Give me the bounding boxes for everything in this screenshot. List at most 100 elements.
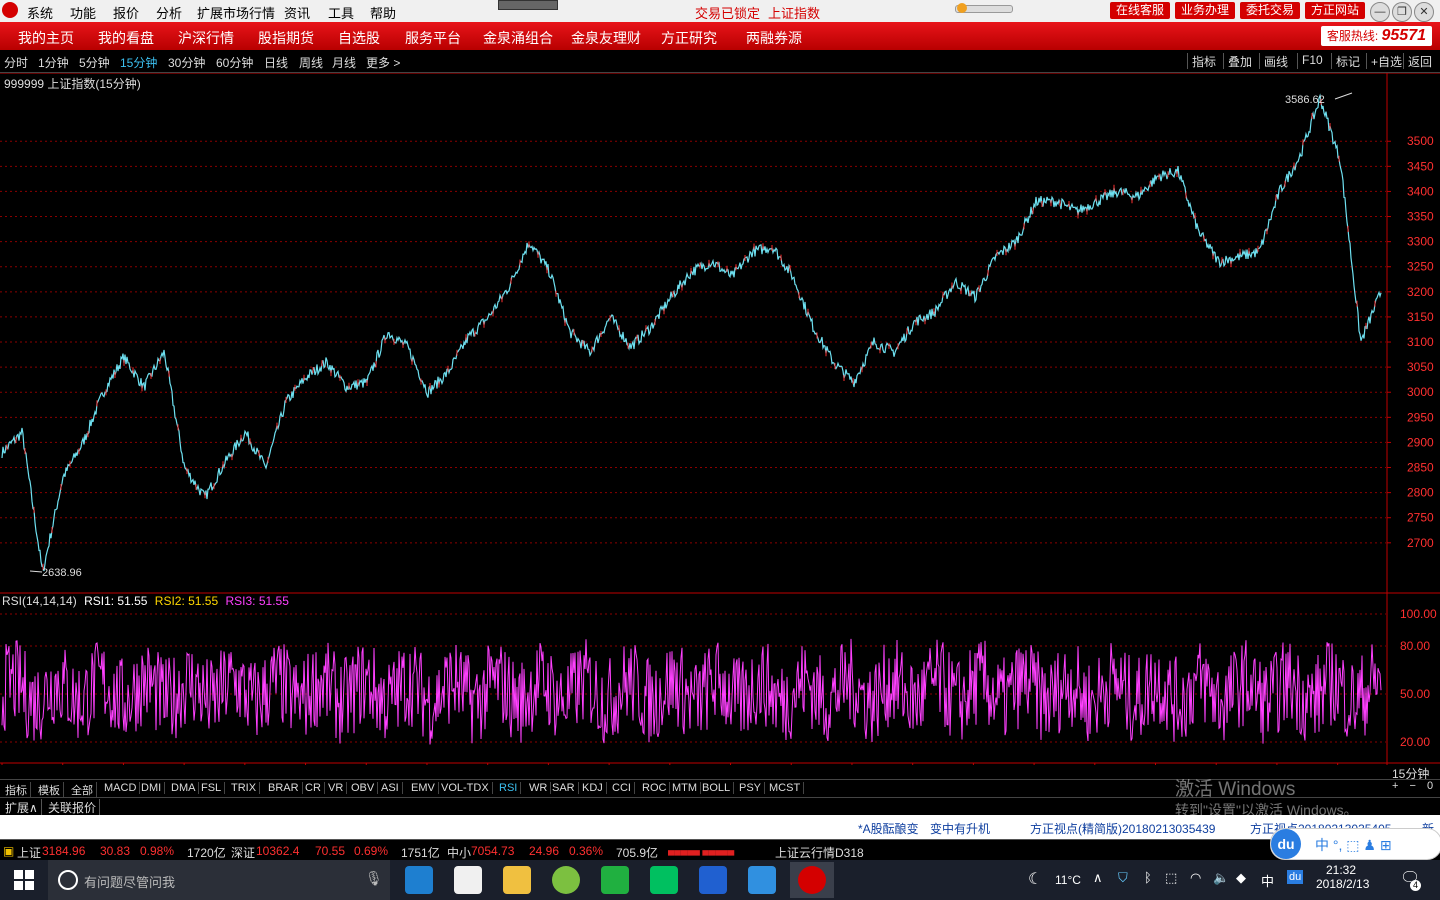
indicator-tab-rsi[interactable]: RSI [496,782,522,794]
app-green-icon[interactable] [601,866,629,894]
online-service-button[interactable]: 在线客服 [1110,2,1170,19]
period-60min[interactable]: 60分钟 [216,54,253,71]
bluetooth-icon[interactable]: ᛒ [1144,870,1152,885]
ie-icon[interactable] [748,866,776,894]
indicator-tab-cr[interactable]: CR [302,782,325,794]
indicator-tab[interactable]: 指标 [2,782,31,798]
menu-item-news[interactable]: 资讯 [284,3,310,22]
indicator-tab-dma[interactable]: DMA [168,782,200,794]
indicator-tab-fsl[interactable]: FSL [198,782,226,794]
nav-margin[interactable]: 两融券源 [746,28,802,48]
period-30min[interactable]: 30分钟 [168,54,205,71]
kline-chart[interactable]: 3500 3450 3400 3350 3300 3250 3200 3150 3100 3050… [0,73,1440,765]
tool-f10[interactable]: F10 [1297,53,1327,69]
sz-name[interactable]: 深证 [231,844,255,861]
close-icon[interactable]: ✕ [1414,2,1434,22]
period-15min[interactable]: 15分钟 [120,54,157,71]
weather-icon[interactable]: ☾ [1028,869,1042,889]
indicator-tab-asi[interactable]: ASI [378,782,403,794]
ime-indicator[interactable]: 中 [1261,871,1274,890]
pane-add-button[interactable]: + [1392,780,1398,792]
menu-item-help[interactable]: 帮助 [370,3,396,22]
indicator-tab-mtm[interactable]: MTM [669,782,702,794]
tool-overlay[interactable]: 叠加 [1223,53,1256,69]
indicator-tab-emv[interactable]: EMV [408,782,439,794]
nav-watch[interactable]: 我的看盘 [98,28,154,48]
iqiyi-icon[interactable] [650,866,678,894]
edge-icon[interactable] [405,866,433,894]
indicator-tab[interactable]: 全部 [68,782,97,798]
video-player-icon[interactable] [699,866,727,894]
tool-indicator[interactable]: 指标 [1187,53,1220,69]
nav-home[interactable]: 我的主页 [18,28,74,48]
trade-button[interactable]: 委托交易 [1240,2,1300,19]
tray-expand-icon[interactable]: ∧ [1093,870,1103,886]
volume-icon[interactable]: 🔈 [1213,870,1229,886]
tool-back[interactable]: 返回 [1403,53,1436,69]
baidu-tray-icon[interactable]: du [1287,870,1304,884]
period-1min[interactable]: 1分钟 [38,54,69,71]
indicator-tab-cci[interactable]: CCI [609,782,635,794]
period-daily[interactable]: 日线 [264,54,288,71]
indicator-tab-boll[interactable]: BOLL [699,782,735,794]
indicator-tab-macd[interactable]: MACD [101,782,141,794]
ime-toolbar[interactable]: du 中 °, ⬚ ♟ ⊞ [1270,828,1440,860]
nav-watchlist[interactable]: 自选股 [338,28,380,48]
network-icon[interactable]: ⬚ [1165,870,1177,886]
temperature[interactable]: 11°C [1055,873,1081,887]
sh-name[interactable]: 上证 [17,844,41,861]
slider-knob[interactable] [957,3,967,13]
related-quote-button[interactable]: 关联报价 [45,799,101,816]
news-item[interactable]: 方正视点(精简版)20180213035439 [1030,820,1215,837]
tool-draw[interactable]: 画线 [1259,53,1292,69]
indicator-tab-psy[interactable]: PSY [736,782,766,794]
indicator-tab[interactable]: 模板 [35,782,64,798]
indicator-tab-mcst[interactable]: MCST [766,782,805,794]
indicator-tab-voltdx[interactable]: VOL-TDX [438,782,493,794]
nav-service[interactable]: 服务平台 [405,28,461,48]
clock[interactable]: 21:32 2018/2/13 [1316,863,1369,891]
microphone-icon[interactable]: 🎙 [365,870,383,887]
business-button[interactable]: 业务办理 [1175,2,1235,19]
file-explorer-icon[interactable] [503,866,531,894]
period-5min[interactable]: 5分钟 [79,54,110,71]
indicator-tab-kdj[interactable]: KDJ [579,782,607,794]
expand-button[interactable]: 扩展∧ [2,799,42,816]
indicator-tab-trix[interactable]: TRIX [228,782,261,794]
indicator-tab-dmi[interactable]: DMI [138,782,166,794]
start-button[interactable] [14,870,34,890]
menu-item-ext-market[interactable]: 扩展市场行情 [197,3,275,22]
indicator-tab-vr[interactable]: VR [325,782,348,794]
indicator-tab-brar[interactable]: BRAR [265,782,303,794]
restore-icon[interactable]: ❐ [1392,2,1412,22]
cloud-status[interactable]: 上证云行情D318 [775,844,864,861]
pane-zero-button[interactable]: 0 [1427,780,1433,792]
indicator-tab-roc[interactable]: ROC [639,782,671,794]
news-item[interactable]: 变中有升机 [930,820,990,837]
indicator-tab-obv[interactable]: OBV [348,782,379,794]
indicator-tab-sar[interactable]: SAR [549,782,579,794]
nav-market[interactable]: 沪深行情 [178,28,234,48]
zx-name[interactable]: 中小 [447,844,471,861]
search-placeholder[interactable]: 有问题尽管问我 [84,872,175,891]
nav-futures[interactable]: 股指期货 [258,28,314,48]
ime-lang-icon[interactable]: 中 °, ⬚ ♟ ⊞ [1315,835,1392,855]
app-tray-icon[interactable]: ◆ [1236,870,1246,886]
menu-item-analysis[interactable]: 分析 [156,3,182,22]
minimize-icon[interactable]: — [1370,2,1390,22]
browser-360-icon[interactable] [552,866,580,894]
menu-item-function[interactable]: 功能 [70,3,96,22]
baidu-ime-icon[interactable]: du [1271,829,1301,859]
menu-item-system[interactable]: 系统 [27,3,53,22]
period-more[interactable]: 更多 > [366,54,400,71]
nav-research[interactable]: 方正研究 [661,28,717,48]
nav-portfolio[interactable]: 金泉涌组合 [483,28,553,48]
tool-add-watch[interactable]: +自选 [1366,53,1406,69]
pane-remove-button[interactable]: − [1410,780,1416,792]
indicator-tab-wr[interactable]: WR [526,782,552,794]
news-item[interactable]: *A股酝酿变 [858,820,919,837]
period-timeshare[interactable]: 分时 [4,54,28,71]
menu-item-tools[interactable]: 工具 [328,3,354,22]
trade-lock-status[interactable]: 交易已锁定 [695,3,760,22]
nav-finance[interactable]: 金泉友理财 [571,28,641,48]
